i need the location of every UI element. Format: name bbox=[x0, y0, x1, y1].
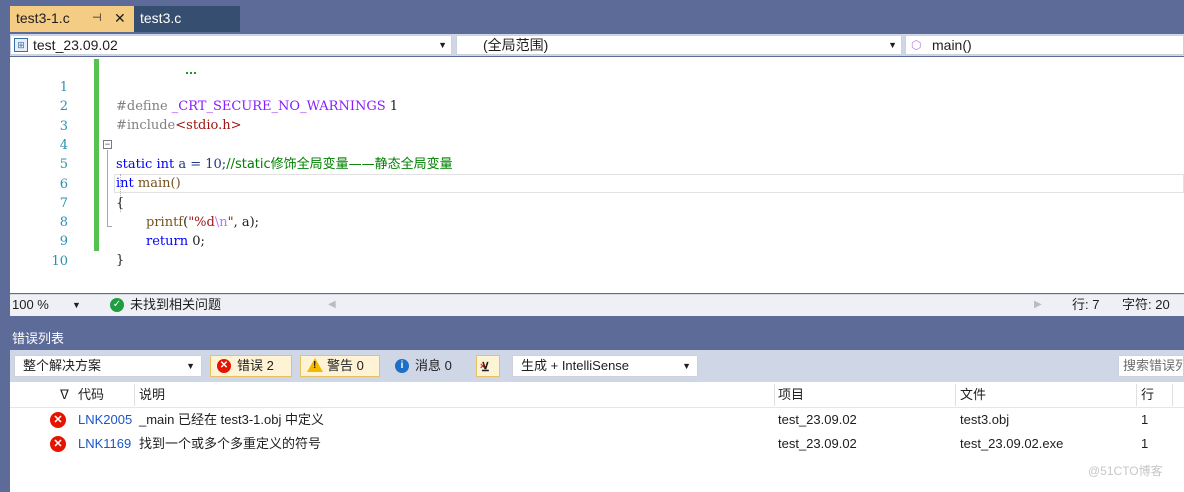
scope-filter-dropdown[interactable]: 整个解决方案 ▼ bbox=[14, 355, 202, 377]
column-separator[interactable] bbox=[1136, 384, 1137, 406]
code-editor[interactable]: − 1 #define _CRT_SECURE_NO_WARNINGS 1 2 … bbox=[10, 57, 1184, 293]
tab-test3-1-c[interactable]: test3-1.c ⊣ ✕ bbox=[10, 6, 134, 32]
messages-label: 消息 0 bbox=[415, 358, 452, 373]
watermark: @51CTO博客 bbox=[1088, 464, 1163, 478]
column-header-code[interactable]: 代码 bbox=[78, 382, 104, 407]
errors-toggle-button[interactable]: ✕ 错误 2 bbox=[210, 355, 292, 377]
column-separator[interactable] bbox=[955, 384, 956, 406]
warnings-label: 警告 0 bbox=[327, 358, 364, 373]
chevron-down-icon: ▼ bbox=[438, 40, 447, 50]
column-separator[interactable] bbox=[774, 384, 775, 406]
chevron-down-icon: ▼ bbox=[186, 361, 195, 371]
project-dropdown[interactable]: ⊞ test_23.09.02 ▼ bbox=[10, 35, 452, 55]
scope-filter-label: 整个解决方案 bbox=[23, 358, 102, 373]
check-circle-icon: ✓ bbox=[110, 298, 124, 312]
build-source-label: 生成 + IntelliSense bbox=[521, 358, 630, 373]
member-dropdown[interactable]: ⬡ main() bbox=[905, 35, 1184, 55]
code-line: 2 #include<stdio.h> bbox=[10, 78, 1184, 133]
error-search-input[interactable]: 搜索错误列 bbox=[1118, 355, 1184, 377]
error-line: 1 bbox=[1141, 412, 1149, 427]
editor-status-bar: 100 % ▼ ✓ 未找到相关问题 ◀ ▶ 行: 7 字符: 20 bbox=[10, 294, 1184, 316]
error-file: test_23.09.02.exe bbox=[960, 436, 1064, 451]
error-icon: ✕ bbox=[50, 436, 66, 452]
chevron-down-icon[interactable]: ▼ bbox=[72, 295, 81, 315]
error-file: test3.obj bbox=[960, 412, 1010, 427]
code-line: 9 } bbox=[10, 213, 1184, 268]
scope-name: (全局范围) bbox=[483, 37, 549, 53]
code-line: 1 #define _CRT_SECURE_NO_WARNINGS 1 bbox=[10, 59, 1184, 114]
code-line: 8 return 0; bbox=[10, 194, 1184, 249]
error-list-title: 错误列表 bbox=[10, 328, 1184, 350]
error-line: 1 bbox=[1141, 436, 1149, 451]
tab-label: test3-1.c bbox=[16, 10, 70, 26]
member-name: main() bbox=[932, 37, 972, 53]
error-project: test_23.09.02 bbox=[778, 436, 857, 451]
error-icon: ✕ bbox=[50, 412, 66, 428]
chevron-down-icon: ▼ bbox=[682, 361, 691, 371]
error-project: test_23.09.02 bbox=[778, 412, 857, 427]
column-header-file[interactable]: 文件 bbox=[960, 382, 986, 407]
error-list-panel: 整个解决方案 ▼ ✕ 错误 2 ! 警告 0 i 消息 0 ⊻ × 生成 + I… bbox=[10, 350, 1184, 492]
code-line: 5 int main() bbox=[10, 136, 1184, 191]
error-code-link[interactable]: LNK1169 bbox=[78, 432, 138, 456]
function-icon: ⬡ bbox=[911, 38, 922, 52]
column-header-description[interactable]: 说明 bbox=[139, 382, 165, 407]
info-icon: i bbox=[395, 359, 409, 373]
column-header-line[interactable]: 行 bbox=[1141, 382, 1154, 407]
suggestion-squiggle bbox=[186, 71, 196, 74]
error-row[interactable]: ✕ LNK2005 _main 已经在 test3-1.obj 中定义 test… bbox=[10, 408, 1184, 432]
tab-label: test3.c bbox=[140, 10, 182, 26]
code-line: 10 bbox=[10, 233, 1184, 269]
filter-toggle-button[interactable]: ⊻ × bbox=[476, 355, 500, 377]
project-name: test_23.09.02 bbox=[33, 37, 118, 53]
code-text: } bbox=[116, 253, 125, 269]
error-code-link[interactable]: LNK2005 bbox=[78, 408, 138, 432]
scroll-left-icon[interactable]: ◀ bbox=[328, 295, 336, 315]
navigation-bar: ⊞ test_23.09.02 ▼ (全局范围) ▼ ⬡ main() bbox=[10, 34, 1184, 56]
cursor-row: 行: 7 bbox=[1072, 297, 1100, 312]
code-line: 4 static int a = 10;//static修饰全局变量——静态全局… bbox=[10, 117, 1184, 172]
error-description: 找到一个或多个多重定义的符号 bbox=[139, 436, 322, 451]
issues-status[interactable]: 未找到相关问题 bbox=[130, 295, 221, 315]
error-list-header: ᐁ 代码 说明 项目 文件 行 bbox=[10, 382, 1184, 408]
document-tab-bar: test3-1.c ⊣ ✕ test3.c bbox=[0, 0, 1184, 32]
close-icon[interactable]: ✕ bbox=[114, 6, 126, 30]
error-row[interactable]: ✕ LNK1169 找到一个或多个多重定义的符号 test_23.09.02 t… bbox=[10, 432, 1184, 456]
line-number: 10 bbox=[51, 253, 68, 269]
column-separator[interactable] bbox=[1172, 384, 1173, 406]
build-source-dropdown[interactable]: 生成 + IntelliSense ▼ bbox=[512, 355, 698, 377]
zoom-level[interactable]: 100 % bbox=[12, 295, 49, 315]
error-icon: ✕ bbox=[217, 359, 231, 373]
pin-icon[interactable]: ⊣ bbox=[92, 6, 102, 30]
cursor-char: 字符: 20 bbox=[1122, 297, 1170, 312]
filter-clear-icon: × bbox=[480, 361, 486, 371]
code-line: 3 bbox=[10, 98, 1184, 134]
code-line: 6 { bbox=[10, 156, 1184, 211]
tab-test3-c[interactable]: test3.c bbox=[134, 6, 240, 32]
scope-dropdown[interactable]: (全局范围) ▼ bbox=[456, 35, 902, 55]
column-header-project[interactable]: 项目 bbox=[778, 382, 804, 407]
warning-mark: ! bbox=[313, 360, 317, 371]
code-line: 7 printf("%d\n", a); bbox=[10, 175, 1184, 230]
errors-label: 错误 2 bbox=[237, 358, 274, 373]
column-separator[interactable] bbox=[134, 384, 135, 406]
project-icon: ⊞ bbox=[14, 38, 28, 52]
error-list-toolbar: 整个解决方案 ▼ ✕ 错误 2 ! 警告 0 i 消息 0 ⊻ × 生成 + I… bbox=[10, 350, 1184, 382]
sort-icon[interactable]: ᐁ bbox=[60, 382, 69, 407]
chevron-down-icon: ▼ bbox=[888, 40, 897, 50]
messages-toggle-button[interactable]: i 消息 0 bbox=[388, 355, 468, 377]
warnings-toggle-button[interactable]: ! 警告 0 bbox=[300, 355, 380, 377]
scroll-right-icon[interactable]: ▶ bbox=[1034, 295, 1042, 315]
error-description: _main 已经在 test3-1.obj 中定义 bbox=[139, 412, 324, 427]
